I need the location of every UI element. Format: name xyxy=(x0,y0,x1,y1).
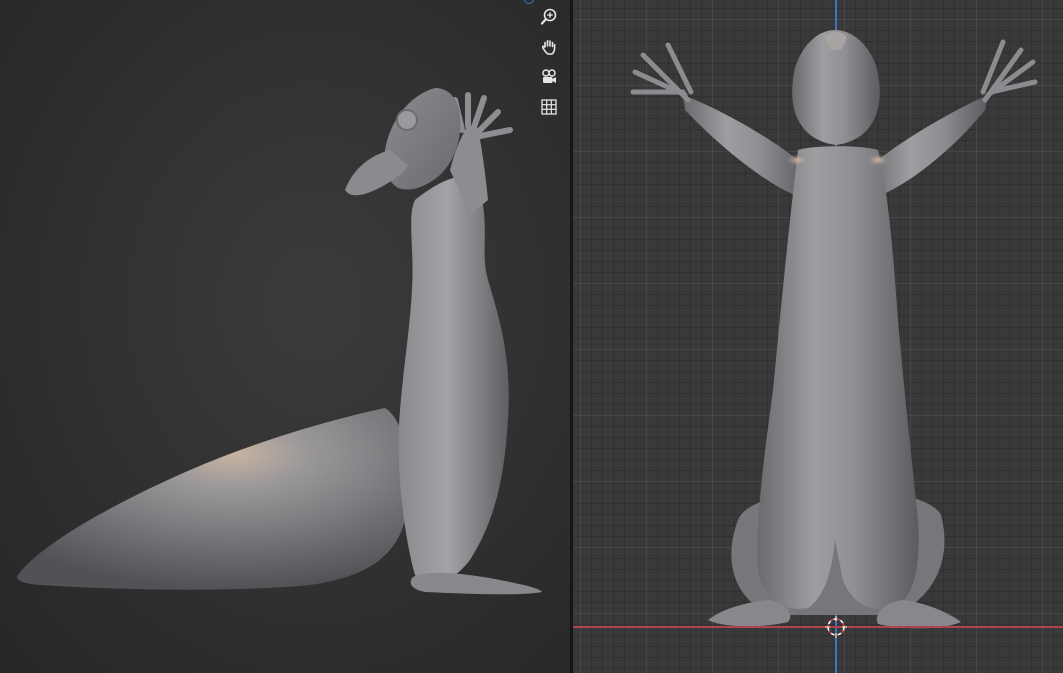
camera-icon xyxy=(542,69,556,83)
squirrel-hand-right xyxy=(980,39,1038,103)
squirrel-body xyxy=(398,176,509,584)
grid-icon xyxy=(541,99,557,115)
squirrel-hand-left xyxy=(630,42,694,103)
ortho-toggle-button[interactable] xyxy=(536,94,562,120)
zoom-in-icon xyxy=(540,8,557,25)
x-axis-line xyxy=(573,626,1063,628)
navigation-gizmo xyxy=(536,4,562,120)
squirrel-eye xyxy=(396,109,418,131)
3d-cursor-icon[interactable] xyxy=(825,616,847,638)
viewport-left[interactable] xyxy=(0,0,570,673)
viewport-right[interactable] xyxy=(573,0,1063,673)
squirrel-tail xyxy=(17,408,409,590)
squirrel-arm-right xyxy=(868,95,988,200)
zoom-button[interactable] xyxy=(536,4,562,30)
camera-view-button[interactable] xyxy=(536,64,562,90)
squirrel-side-model xyxy=(17,88,542,595)
squirrel-hand xyxy=(452,92,513,139)
squirrel-arm-left xyxy=(683,95,808,200)
squirrel-foot xyxy=(410,572,542,595)
hand-pan-icon xyxy=(541,40,556,55)
pan-button[interactable] xyxy=(536,34,562,60)
squirrel-foot-left xyxy=(708,600,791,627)
squirrel-body-front xyxy=(757,146,919,610)
squirrel-front-model xyxy=(630,30,1038,629)
squirrel-foot-right xyxy=(876,600,961,629)
blender-workspace xyxy=(0,0,1063,673)
